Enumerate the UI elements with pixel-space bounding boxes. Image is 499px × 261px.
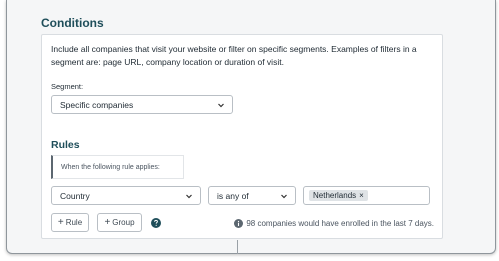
rule-values-input[interactable]: Netherlands ×: [303, 186, 430, 205]
add-rule-label: Rule: [65, 218, 83, 227]
rule-operator-value: is any of: [217, 190, 249, 201]
conditions-card: Include all companies that visit your we…: [41, 34, 443, 239]
segment-select-value: Specific companies: [60, 99, 134, 110]
dialog-window: Conditions Include all companies that vi…: [6, 0, 496, 254]
segment-label: Segment:: [51, 82, 84, 91]
enrollment-estimate-text: 98 companies would have enrolled in the …: [246, 219, 434, 228]
add-rule-button[interactable]: + Rule: [51, 213, 89, 232]
chip-remove-icon[interactable]: ×: [359, 191, 364, 200]
rule-field-value: Country: [60, 190, 90, 201]
enrollment-estimate: 98 companies would have enrolled in the …: [234, 219, 434, 228]
segment-select[interactable]: Specific companies: [51, 95, 233, 114]
help-circle-icon[interactable]: [151, 218, 161, 228]
value-chip: Netherlands ×: [309, 190, 368, 201]
plus-icon: +: [57, 216, 64, 228]
add-group-button[interactable]: + Group: [97, 213, 142, 232]
rule-operator-select[interactable]: is any of: [208, 186, 296, 205]
rules-heading: Rules: [51, 139, 80, 151]
value-chip-label: Netherlands: [313, 191, 357, 200]
conditions-description: Include all companies that visit your we…: [51, 44, 417, 67]
conditions-heading: Conditions: [41, 16, 104, 30]
chevron-down-icon: [186, 194, 192, 199]
rule-field-select[interactable]: Country: [51, 186, 201, 205]
rule-condition-hint: When the following rule applies:: [51, 155, 184, 179]
chevron-down-icon: [281, 194, 287, 199]
add-group-label: Group: [112, 218, 135, 227]
info-circle-icon: [234, 219, 244, 228]
plus-icon: +: [104, 216, 111, 228]
divider-line: [237, 240, 238, 254]
chevron-down-icon: [218, 103, 224, 108]
